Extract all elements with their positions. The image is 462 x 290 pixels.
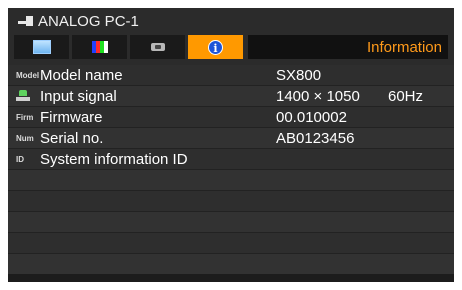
row-label: Model name [40,66,123,84]
input-connector-icon [18,15,34,27]
row-value-secondary: 60Hz [388,87,424,105]
projector-osd-menu: ANALOG PC-1 i Information Model Model na… [8,8,454,282]
row-system-information-id: ID System information ID [8,149,454,170]
tab-color-adjustment[interactable] [72,35,127,59]
firmware-icon: Firm [16,112,34,122]
setup-icon [150,43,165,51]
bottom-strip [8,274,454,282]
row-serial-no: Num Serial no. AB0123456 [8,128,454,149]
row-value: 00.010002 [276,108,347,126]
row-value: AB0123456 [276,129,355,147]
input-source-name: ANALOG PC-1 [38,12,139,30]
row-label: Serial no. [40,129,104,147]
row-label: Firmware [40,108,103,126]
input-source-bar: ANALOG PC-1 [8,8,454,34]
row-label: Input signal [40,87,117,105]
image-adjust-icon [32,40,51,54]
empty-row [8,254,454,275]
row-firmware: Firm Firmware 00.010002 [8,107,454,128]
row-model-name: Model Model name SX800 [8,65,454,86]
input-signal-icon [16,90,30,102]
tab-setup[interactable] [130,35,185,59]
menu-title-text: Information [366,38,442,56]
tab-image-adjustment[interactable] [14,35,69,59]
info-list: Model Model name SX800 Input signal 1400… [8,65,454,275]
tab-information[interactable]: i [188,35,243,59]
row-input-signal: Input signal 1400 × 1050 60Hz [8,86,454,107]
empty-row [8,212,454,233]
menu-tabs: i [14,35,243,59]
model-icon: Model [16,70,40,80]
menu-title: Information [248,35,448,59]
id-icon: ID [16,154,24,164]
row-label: System information ID [40,150,188,168]
row-value: SX800 [276,66,322,84]
info-icon: i [208,39,223,55]
empty-row [8,170,454,191]
row-value: 1400 × 1050 [276,87,360,105]
empty-row [8,233,454,254]
serial-number-icon: Num [16,133,34,143]
empty-row [8,191,454,212]
color-bars-icon [91,41,108,53]
